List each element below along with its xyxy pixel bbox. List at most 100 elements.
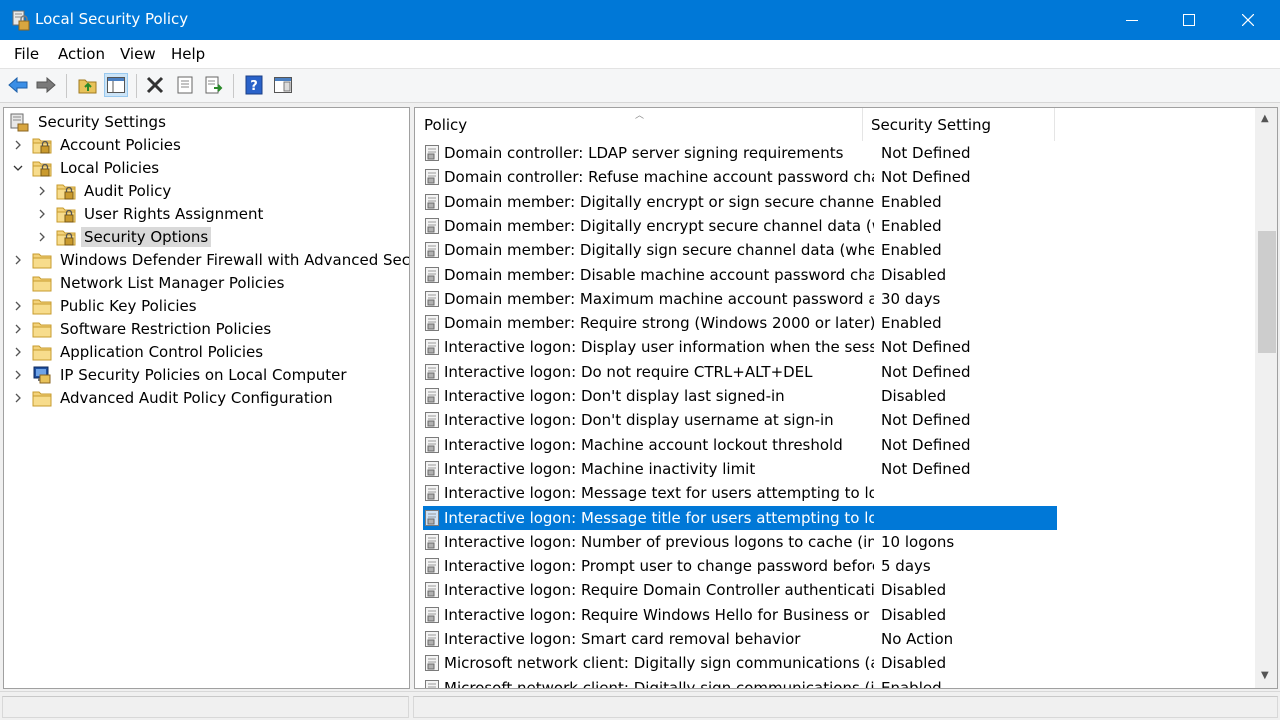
tree-item[interactable]: Account Policies xyxy=(12,133,184,156)
menu-file[interactable]: File xyxy=(14,45,39,63)
lock-folder-icon xyxy=(56,205,76,223)
menu-action[interactable]: Action xyxy=(58,45,105,63)
chevron-right-icon[interactable] xyxy=(12,369,24,381)
table-row[interactable]: Interactive logon: Display user informat… xyxy=(423,335,1057,359)
chevron-right-icon[interactable] xyxy=(12,139,24,151)
table-row[interactable]: Domain controller: Refuse machine accoun… xyxy=(423,165,1057,189)
scroll-up-icon[interactable]: ▲ xyxy=(1261,113,1269,124)
show-hide-console-tree-button[interactable] xyxy=(104,73,128,97)
status-bar xyxy=(0,691,1280,720)
table-row[interactable]: Domain member: Digitally encrypt or sign… xyxy=(423,190,1057,214)
policy-setting-icon xyxy=(423,509,441,527)
security-setting-value: No Action xyxy=(881,630,954,648)
table-row[interactable]: Interactive logon: Don't display usernam… xyxy=(423,408,1057,432)
tree-item[interactable]: IP Security Policies on Local Computer xyxy=(12,363,350,386)
chevron-right-icon[interactable] xyxy=(12,300,24,312)
menu-help[interactable]: Help xyxy=(171,45,205,63)
close-button[interactable] xyxy=(1219,0,1277,40)
policy-name: Domain member: Digitally encrypt or sign… xyxy=(444,192,874,211)
chevron-right-icon[interactable] xyxy=(12,323,24,335)
column-header-label: Security Setting xyxy=(871,115,992,134)
tree-item[interactable]: Local Policies xyxy=(12,156,162,179)
console-view-button[interactable] xyxy=(271,73,295,97)
policy-name: Interactive logon: Machine account locko… xyxy=(444,435,843,454)
security-setting-value: 5 days xyxy=(881,557,931,576)
table-row[interactable]: Interactive logon: Prompt user to change… xyxy=(423,554,1057,578)
lock-folder-icon xyxy=(32,159,52,177)
table-row[interactable]: Interactive logon: Smart card removal be… xyxy=(423,627,1057,651)
back-button[interactable] xyxy=(6,73,30,97)
maximize-button[interactable] xyxy=(1160,0,1218,40)
security-setting-value: Disabled xyxy=(881,605,947,624)
table-row[interactable]: Interactive logon: Machine account locko… xyxy=(423,433,1057,457)
toolbar-separator xyxy=(66,74,67,98)
chevron-right-icon[interactable] xyxy=(12,392,24,404)
policy-setting-icon xyxy=(423,436,441,454)
table-row[interactable]: Interactive logon: Message text for user… xyxy=(423,481,1057,505)
security-settings-icon xyxy=(10,113,30,131)
tree-item[interactable]: Software Restriction Policies xyxy=(12,317,274,340)
lock-folder-icon xyxy=(32,136,52,154)
security-setting-value: Not Defined xyxy=(881,435,971,454)
table-row[interactable]: Domain member: Require strong (Windows 2… xyxy=(423,311,1057,335)
chevron-right-icon[interactable] xyxy=(36,208,48,220)
policy-setting-icon xyxy=(423,387,441,405)
table-row[interactable]: Domain member: Digitally encrypt secure … xyxy=(423,214,1057,238)
policy-setting-icon xyxy=(423,314,441,332)
vertical-scrollbar[interactable]: ▲ ▼ xyxy=(1255,108,1277,688)
chevron-right-icon[interactable] xyxy=(36,185,48,197)
minimize-button[interactable] xyxy=(1103,0,1161,40)
minimize-icon xyxy=(1126,20,1138,21)
tree-item[interactable]: Audit Policy xyxy=(36,179,174,202)
tree-item[interactable]: Public Key Policies xyxy=(12,294,200,317)
table-row[interactable]: Interactive logon: Require Domain Contro… xyxy=(423,578,1057,602)
table-row[interactable]: Domain member: Disable machine account p… xyxy=(423,263,1057,287)
table-row[interactable]: Microsoft network client: Digitally sign… xyxy=(423,676,1057,688)
table-row[interactable]: Domain controller: LDAP server signing r… xyxy=(423,141,1057,165)
menu-view[interactable]: View xyxy=(120,45,156,63)
forward-arrow-icon xyxy=(36,77,56,93)
tree-label: Advanced Audit Policy Configuration xyxy=(60,388,333,407)
chevron-right-icon[interactable] xyxy=(12,254,24,266)
table-row[interactable]: Interactive logon: Don't display last si… xyxy=(423,384,1057,408)
console-tree[interactable]: Security Settings Account Policies Local … xyxy=(3,107,410,689)
tree-item[interactable]: Security Options xyxy=(36,225,212,248)
tree-item[interactable]: Windows Defender Firewall with Advanced … xyxy=(12,248,409,271)
scrollbar-thumb[interactable] xyxy=(1258,231,1276,353)
table-row[interactable]: Domain member: Maximum machine account p… xyxy=(423,287,1057,311)
scroll-down-icon[interactable]: ▼ xyxy=(1261,670,1269,681)
table-row[interactable]: Interactive logon: Number of previous lo… xyxy=(423,530,1057,554)
status-segment xyxy=(413,696,1278,718)
column-header-security-setting[interactable]: Security Setting xyxy=(863,108,1055,141)
table-row[interactable]: Interactive logon: Machine inactivity li… xyxy=(423,457,1057,481)
table-row[interactable]: Microsoft network client: Digitally sign… xyxy=(423,651,1057,675)
toolbar: ? xyxy=(0,69,1280,103)
chevron-right-icon[interactable] xyxy=(12,346,24,358)
properties-button[interactable] xyxy=(173,73,197,97)
details-pane[interactable]: Policy ︿ Security Setting Domain control… xyxy=(414,107,1278,689)
table-row[interactable]: Interactive logon: Require Windows Hello… xyxy=(423,603,1057,627)
forward-button[interactable] xyxy=(34,73,58,97)
up-one-level-button[interactable] xyxy=(76,73,100,97)
tree-item[interactable]: User Rights Assignment xyxy=(36,202,266,225)
delete-button[interactable] xyxy=(143,73,167,97)
policy-setting-icon xyxy=(423,168,441,186)
policy-setting-icon xyxy=(423,144,441,162)
tree-item[interactable]: Network List Manager Policies xyxy=(12,271,287,294)
table-row[interactable]: Interactive logon: Do not require CTRL+A… xyxy=(423,360,1057,384)
tree-root-security-settings[interactable]: Security Settings xyxy=(10,110,169,133)
table-row[interactable]: Interactive logon: Message title for use… xyxy=(423,505,1057,530)
maximize-icon xyxy=(1183,14,1195,26)
tree-label: Local Policies xyxy=(60,158,160,177)
column-header-policy[interactable]: Policy ︿ xyxy=(415,108,863,141)
title-bar[interactable]: Local Security Policy xyxy=(0,0,1280,40)
chevron-right-icon[interactable] xyxy=(36,231,48,243)
security-setting-value: Disabled xyxy=(881,387,947,405)
help-button[interactable]: ? xyxy=(242,73,266,97)
export-list-button[interactable] xyxy=(202,73,226,97)
chevron-down-icon[interactable] xyxy=(12,162,24,174)
table-row[interactable]: Domain member: Digitally sign secure cha… xyxy=(423,238,1057,262)
tree-item[interactable]: Application Control Policies xyxy=(12,340,266,363)
tree-item[interactable]: Advanced Audit Policy Configuration xyxy=(12,386,336,409)
sort-ascending-icon: ︿ xyxy=(635,111,645,121)
